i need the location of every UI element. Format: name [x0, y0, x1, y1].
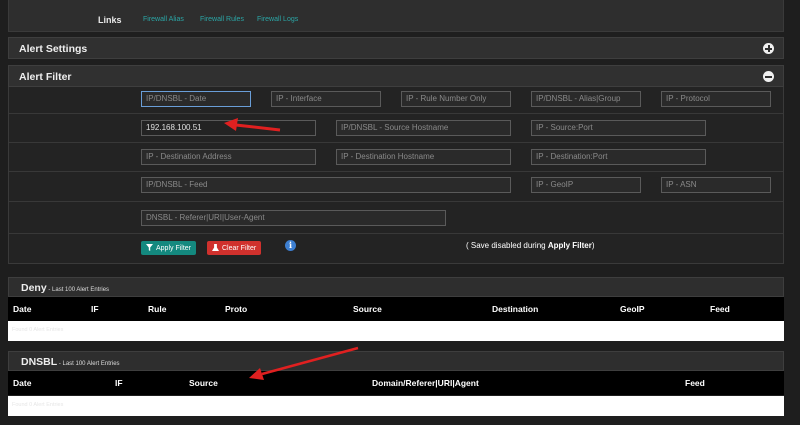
red-arrow-source — [224, 118, 281, 132]
red-arrow-dnsbl — [249, 346, 359, 380]
annotation-arrows — [224, 118, 359, 380]
